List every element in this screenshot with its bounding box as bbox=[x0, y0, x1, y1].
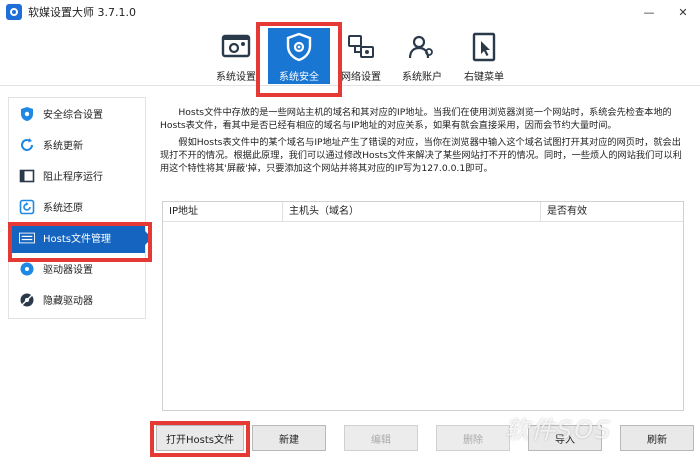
open-hosts-file-button[interactable]: 打开Hosts文件 bbox=[156, 425, 244, 451]
app-logo-icon bbox=[6, 4, 22, 20]
column-header-host[interactable]: 主机头（域名） bbox=[283, 202, 541, 222]
edit-button[interactable]: 编辑 bbox=[344, 425, 418, 451]
users-icon bbox=[407, 32, 437, 62]
sidebar-item-hide-drives[interactable]: 隐藏驱动器 bbox=[9, 284, 145, 315]
sidebar-item-label: 系统更新 bbox=[43, 141, 83, 152]
network-icon bbox=[346, 32, 376, 62]
restore-icon bbox=[19, 199, 35, 215]
new-button[interactable]: 新建 bbox=[252, 425, 326, 451]
cursor-window-icon bbox=[469, 32, 499, 62]
tab-system-settings[interactable]: 系统设置 bbox=[210, 28, 262, 84]
settings-window-icon bbox=[221, 32, 251, 62]
action-bar: 打开Hosts文件 新建 编辑 删除 导入 刷新 bbox=[0, 425, 700, 453]
disc-drive-icon bbox=[19, 261, 35, 277]
sidebar-item-security-overview[interactable]: 安全综合设置 bbox=[9, 98, 145, 129]
column-header-ip[interactable]: IP地址 bbox=[163, 202, 283, 222]
window-title: 软媒设置大师 3.7.1.0 bbox=[28, 6, 136, 19]
sidebar: 安全综合设置 系统更新 阻止程序运行 系统还原 Hosts文件管理 驱动器设置 bbox=[8, 97, 152, 319]
description-paragraph-1: Hosts文件中存放的是一些网站主机的域名和其对应的IP地址。当我们在使用浏览器… bbox=[160, 107, 672, 131]
tab-system-accounts[interactable]: 系统账户 bbox=[396, 28, 448, 84]
sidebar-item-label: 隐藏驱动器 bbox=[43, 296, 93, 307]
tab-context-menu[interactable]: 右键菜单 bbox=[460, 28, 508, 84]
close-button[interactable]: ✕ bbox=[666, 0, 700, 24]
tab-label: 网络设置 bbox=[341, 72, 381, 83]
shield-gear-icon bbox=[284, 32, 314, 62]
description-paragraph-2: 假如Hosts表文件中的某个域名与IP地址产生了错误的对应，当你在浏览器中输入这… bbox=[160, 137, 682, 174]
sidebar-item-label: 系统还原 bbox=[43, 203, 83, 214]
title-bar: 软媒设置大师 3.7.1.0 — ✕ bbox=[0, 0, 700, 24]
hosts-table[interactable]: IP地址 主机头（域名） 是否有效 bbox=[162, 201, 684, 411]
tab-system-security[interactable]: 系统安全 bbox=[268, 28, 330, 84]
sidebar-item-drive-settings[interactable]: 驱动器设置 bbox=[9, 253, 145, 284]
refresh-icon bbox=[19, 137, 35, 153]
tab-label: 系统安全 bbox=[279, 72, 319, 83]
column-header-valid[interactable]: 是否有效 bbox=[541, 202, 683, 222]
sidebar-item-label: 驱动器设置 bbox=[43, 265, 93, 276]
shield-icon bbox=[19, 106, 35, 122]
sidebar-item-hosts-management[interactable]: Hosts文件管理 bbox=[9, 222, 152, 253]
hosts-description: Hosts文件中存放的是一些网站主机的域名和其对应的IP地址。当我们在使用浏览器… bbox=[160, 106, 684, 179]
refresh-button[interactable]: 刷新 bbox=[620, 425, 694, 451]
minimize-button[interactable]: — bbox=[632, 0, 666, 24]
sidebar-item-block-programs[interactable]: 阻止程序运行 bbox=[9, 160, 145, 191]
sidebar-item-system-update[interactable]: 系统更新 bbox=[9, 129, 145, 160]
sidebar-item-label: 阻止程序运行 bbox=[43, 172, 103, 183]
tab-network-settings[interactable]: 网络设置 bbox=[338, 28, 384, 84]
window-block-icon bbox=[19, 168, 35, 184]
import-button[interactable]: 导入 bbox=[528, 425, 602, 451]
delete-button[interactable]: 删除 bbox=[436, 425, 510, 451]
sidebar-item-system-restore[interactable]: 系统还原 bbox=[9, 191, 145, 222]
hidden-drive-icon bbox=[19, 292, 35, 308]
sidebar-item-label: 安全综合设置 bbox=[43, 110, 103, 121]
main-toolbar: 系统设置 系统安全 网络设置 系统账户 右键菜单 bbox=[0, 24, 700, 86]
tab-label: 右键菜单 bbox=[464, 72, 504, 83]
tab-label: 系统设置 bbox=[216, 72, 256, 83]
sidebar-item-label: Hosts文件管理 bbox=[43, 234, 111, 245]
hosts-file-icon bbox=[19, 230, 35, 246]
tab-label: 系统账户 bbox=[402, 72, 442, 83]
table-header: IP地址 主机头（域名） 是否有效 bbox=[163, 202, 683, 222]
